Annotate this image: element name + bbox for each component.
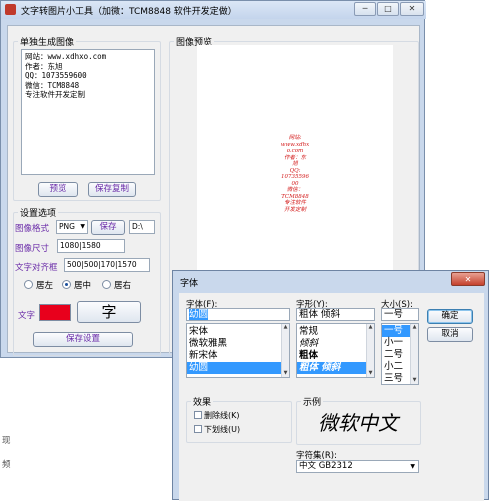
text-line: 作者：东旭 <box>25 61 63 71</box>
scroll-down-icon: ▼ <box>283 370 288 376</box>
font-option[interactable]: 新宋体 <box>187 350 289 362</box>
style-list[interactable]: 常规 倾斜 粗体 粗体 倾斜 ▲ ▼ <box>296 323 375 378</box>
ok-button[interactable]: 确定 <box>427 309 473 324</box>
settings-legend: 设置选项 <box>20 209 57 219</box>
maximize-button[interactable]: □ <box>377 2 399 16</box>
preview-button[interactable]: 预览 <box>38 182 78 197</box>
preview-line: 开发定制 <box>283 206 306 213</box>
radio-right[interactable] <box>102 280 111 289</box>
text-color-label: 文字 <box>18 311 36 321</box>
scroll-up-icon: ▲ <box>283 324 288 330</box>
scroll-down-icon: ▼ <box>412 377 417 383</box>
align-label: 文字对齐框 <box>15 263 58 273</box>
radio-right-label: 居右 <box>114 281 132 291</box>
radio-center[interactable] <box>62 280 71 289</box>
scroll-down-icon: ▼ <box>368 370 373 376</box>
text-line: 专注软件开发定制 <box>25 90 85 99</box>
title-bar: 文字转图片小工具（加微：TCM8848 软件开发定做） ─ □ ✕ <box>1 1 426 19</box>
dialog-close-button[interactable]: ✕ <box>451 272 485 286</box>
font-select-button[interactable]: 字 <box>77 301 141 323</box>
strikeout-label: 删除线(K) <box>204 411 240 420</box>
scroll-up-icon: ▲ <box>368 324 373 330</box>
radio-left-label: 居左 <box>36 281 54 291</box>
side-text: 频 <box>2 460 11 470</box>
style-option[interactable]: 常规 <box>297 326 374 338</box>
font-option[interactable]: 宋体 <box>187 326 289 338</box>
font-list-scrollbar[interactable]: ▲ ▼ <box>281 324 289 377</box>
chevron-down-icon: ▼ <box>410 463 415 470</box>
font-name-input[interactable]: 幼圆 <box>186 308 290 321</box>
font-name-value: 幼圆 <box>189 309 209 320</box>
format-label: 图像格式 <box>15 224 50 234</box>
size-input[interactable]: 一号 <box>381 308 419 321</box>
underline-checkbox[interactable] <box>194 425 202 433</box>
cancel-button[interactable]: 取消 <box>427 327 473 342</box>
color-swatch[interactable] <box>39 304 71 321</box>
window-title: 文字转图片小工具（加微：TCM8848 软件开发定做） <box>21 7 237 17</box>
sample-legend: 示例 <box>303 398 322 408</box>
radio-center-label: 居中 <box>74 281 92 291</box>
close-button[interactable]: ✕ <box>400 2 424 16</box>
size-list-scrollbar[interactable]: ▲ ▼ <box>410 324 418 384</box>
underline-label: 下划线(U) <box>204 425 241 434</box>
single-image-legend: 单独生成图像 <box>20 38 75 48</box>
charset-value: 中文 GB2312 <box>299 461 353 471</box>
app-icon <box>5 4 16 15</box>
chevron-down-icon: ▼ <box>80 223 85 230</box>
font-dialog-title: 字体 <box>180 279 199 289</box>
strikeout-checkbox[interactable] <box>194 411 202 419</box>
font-option[interactable]: 微软雅黑 <box>187 338 289 350</box>
text-line: 网站：www.xdhxo.com <box>25 52 107 61</box>
size-label: 图像尺寸 <box>15 244 50 254</box>
scroll-up-icon: ▲ <box>412 324 417 330</box>
style-option[interactable]: 粗体 <box>297 350 374 362</box>
text-input-area[interactable]: 网站：www.xdhxo.com 作者：东旭 QQ：1073559600 微信：… <box>21 49 155 175</box>
radio-left[interactable] <box>24 280 33 289</box>
font-option-selected[interactable]: 幼圆 <box>187 362 289 374</box>
save-path-field[interactable]: D:\ <box>129 220 155 234</box>
side-text: 现 <box>2 436 11 446</box>
minimize-button[interactable]: ─ <box>354 2 376 16</box>
effects-legend: 效果 <box>193 398 212 408</box>
style-option-selected[interactable]: 粗体 倾斜 <box>297 362 374 374</box>
font-dialog: 字体 ✕ 字体(F): 幼圆 宋体 微软雅黑 新宋体 幼圆 ▲ ▼ 字形(Y):… <box>172 270 489 501</box>
format-select[interactable]: PNG ▼ <box>56 220 88 234</box>
preview-text: 网站: www.xdhx o.com 作者：东 旭 QQ: 10735596 0… <box>265 135 325 213</box>
charset-select[interactable]: 中文 GB2312 ▼ <box>296 460 419 473</box>
align-field[interactable]: 500|500|170|1570 <box>64 258 150 272</box>
save-copy-button[interactable]: 保存复制 <box>88 182 136 197</box>
text-line: 微信：TCM8848 <box>25 80 80 90</box>
save-button[interactable]: 保存 <box>91 220 125 235</box>
style-list-scrollbar[interactable]: ▲ ▼ <box>366 324 374 377</box>
size-field[interactable]: 1080|1580 <box>57 239 125 253</box>
sample-text: 微软中文 <box>318 411 398 435</box>
style-input[interactable]: 粗体 倾斜 <box>296 308 375 321</box>
format-value: PNG <box>59 222 75 231</box>
style-option[interactable]: 倾斜 <box>297 338 374 350</box>
size-list[interactable]: 一号 小一 二号 小二 三号 ▲ ▼ <box>381 323 419 385</box>
font-list[interactable]: 宋体 微软雅黑 新宋体 幼圆 ▲ ▼ <box>186 323 290 378</box>
text-line: QQ：1073559600 <box>25 71 87 80</box>
save-settings-button[interactable]: 保存设置 <box>33 332 133 347</box>
